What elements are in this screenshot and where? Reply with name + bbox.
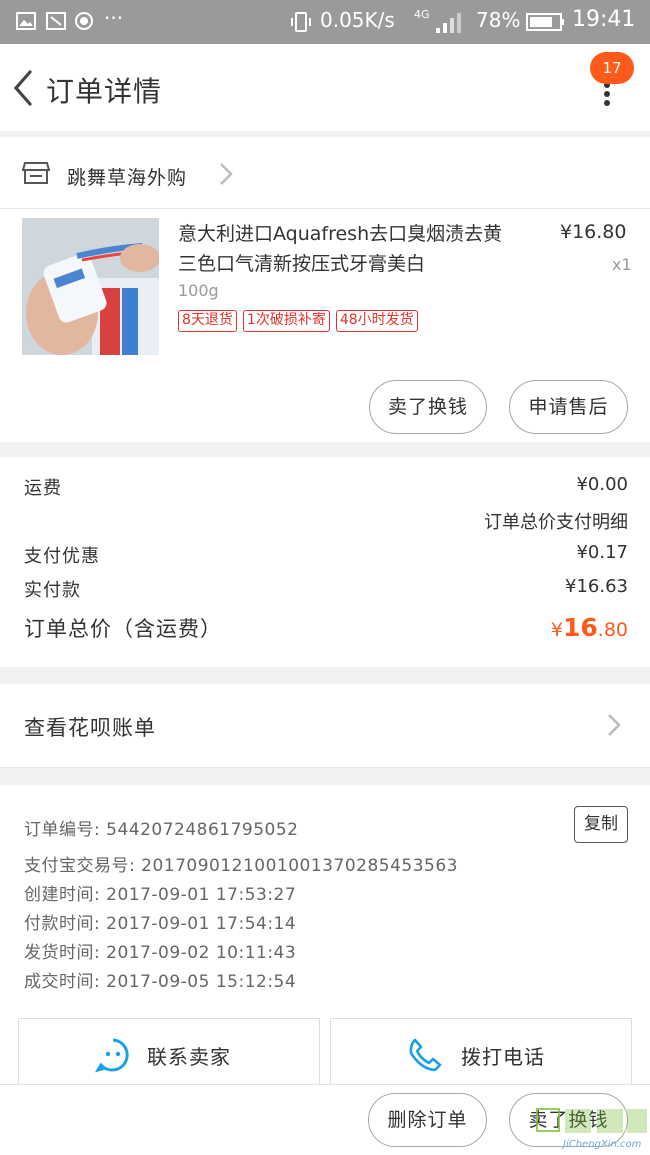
phone-icon [409, 1038, 442, 1072]
paid-value: ¥16.63 [565, 576, 628, 597]
clock: 19:41 [572, 7, 636, 32]
toothpaste-photo [22, 218, 159, 355]
call-phone-label: 拨打电话 [461, 1045, 545, 1069]
total-currency: ¥ [550, 619, 563, 641]
created-time: 创建时间: 2017-09-01 17:53:27 [24, 885, 297, 905]
bottom-action-bar: 删除订单 卖了换钱 JiChengXin.com [0, 1084, 650, 1155]
vibrate-icon [291, 12, 311, 32]
call-phone-button[interactable]: 拨打电话 [330, 1018, 632, 1088]
product-spec: 100g [178, 281, 219, 300]
discount-label: 支付优惠 [24, 546, 100, 567]
apply-aftersale-button[interactable]: 申请售后 [509, 380, 628, 434]
tag-damage-resend: 1次破损补寄 [242, 310, 330, 332]
notification-badge: 17 [590, 52, 634, 84]
price-summary: 运费 ¥0.00 订单总价支付明细 支付优惠 ¥0.17 实付款 ¥16.63 … [0, 457, 650, 667]
alipay-trade-number: 支付宝交易号: 2017090121001001370285453563 [24, 856, 458, 876]
watermark-logo [536, 1108, 647, 1133]
page-title: 订单详情 [46, 75, 163, 108]
total-decimal: .80 [597, 619, 628, 641]
product-quantity: x1 [612, 255, 632, 274]
product-name[interactable]: 意大利进口Aquafresh去口臭烟渍去黄三色口气清新按压式牙膏美白 [178, 219, 518, 279]
back-arrow-icon[interactable] [8, 66, 38, 110]
paid-time: 付款时间: 2017-09-01 17:54:14 [24, 914, 297, 934]
delete-order-button[interactable]: 删除订单 [368, 1093, 487, 1147]
tag-return: 8天退货 [178, 310, 237, 332]
contact-seller-label: 联系卖家 [147, 1045, 231, 1069]
shipped-time: 发货时间: 2017-09-02 10:11:43 [24, 943, 297, 963]
huabei-label: 查看花呗账单 [24, 716, 156, 740]
completed-time: 成交时间: 2017-09-05 15:12:54 [24, 972, 297, 992]
more-notifications-icon: ··· [104, 6, 124, 30]
page-header: 订单详情 17 [0, 44, 650, 131]
store-name: 跳舞草海外购 [67, 167, 188, 189]
total-label: 订单总价（含运费） [24, 617, 222, 641]
network-type: 4G [414, 8, 430, 21]
network-speed: 0.05K/s [320, 8, 395, 32]
store-row[interactable]: 跳舞草海外购 [0, 137, 650, 209]
battery-icon [526, 13, 564, 31]
chevron-right-icon [220, 163, 233, 185]
payment-detail-link[interactable]: 订单总价支付明细 [484, 508, 628, 534]
service-tags: 8天退货 1次破损补寄 48小时发货 [178, 310, 418, 332]
huabei-bill-row[interactable]: 查看花呗账单 [0, 684, 650, 768]
total-integer: 16 [562, 613, 598, 642]
gallery-icon [46, 12, 66, 30]
site-watermark: JiChengXin.com [535, 1093, 650, 1153]
chat-bubble-icon [95, 1038, 129, 1073]
contact-seller-button[interactable]: 联系卖家 [18, 1018, 320, 1088]
discount-value: ¥0.17 [576, 542, 628, 563]
order-number: 订单编号: 54420724861795052 [24, 820, 299, 840]
paid-label: 实付款 [24, 580, 81, 601]
record-icon [75, 12, 93, 30]
shipping-value: ¥0.00 [576, 474, 628, 495]
sell-for-cash-button[interactable]: 卖了换钱 [369, 380, 487, 434]
more-dot [604, 100, 610, 106]
product-image[interactable] [22, 218, 159, 355]
order-info: 订单编号: 54420724861795052 支付宝交易号: 20170901… [0, 785, 650, 1010]
watermark-text: JiChengXin.com [563, 1139, 642, 1150]
tag-shipping-time: 48小时发货 [335, 310, 418, 332]
image-icon [16, 12, 36, 30]
product-price: ¥16.80 [560, 221, 627, 243]
status-bar: ··· 0.05K/s 4G 78% 19:41 [0, 0, 650, 44]
shipping-label: 运费 [24, 478, 62, 499]
more-dot [604, 91, 610, 97]
store-icon [22, 162, 50, 184]
copy-button[interactable]: 复制 [574, 806, 628, 843]
contact-row: 联系卖家 拨打电话 [0, 1010, 650, 1088]
chevron-right-icon [608, 714, 621, 736]
total-price: ¥16.80 [551, 613, 628, 642]
battery-percent: 78% [476, 8, 521, 32]
signal-icon [436, 13, 461, 33]
